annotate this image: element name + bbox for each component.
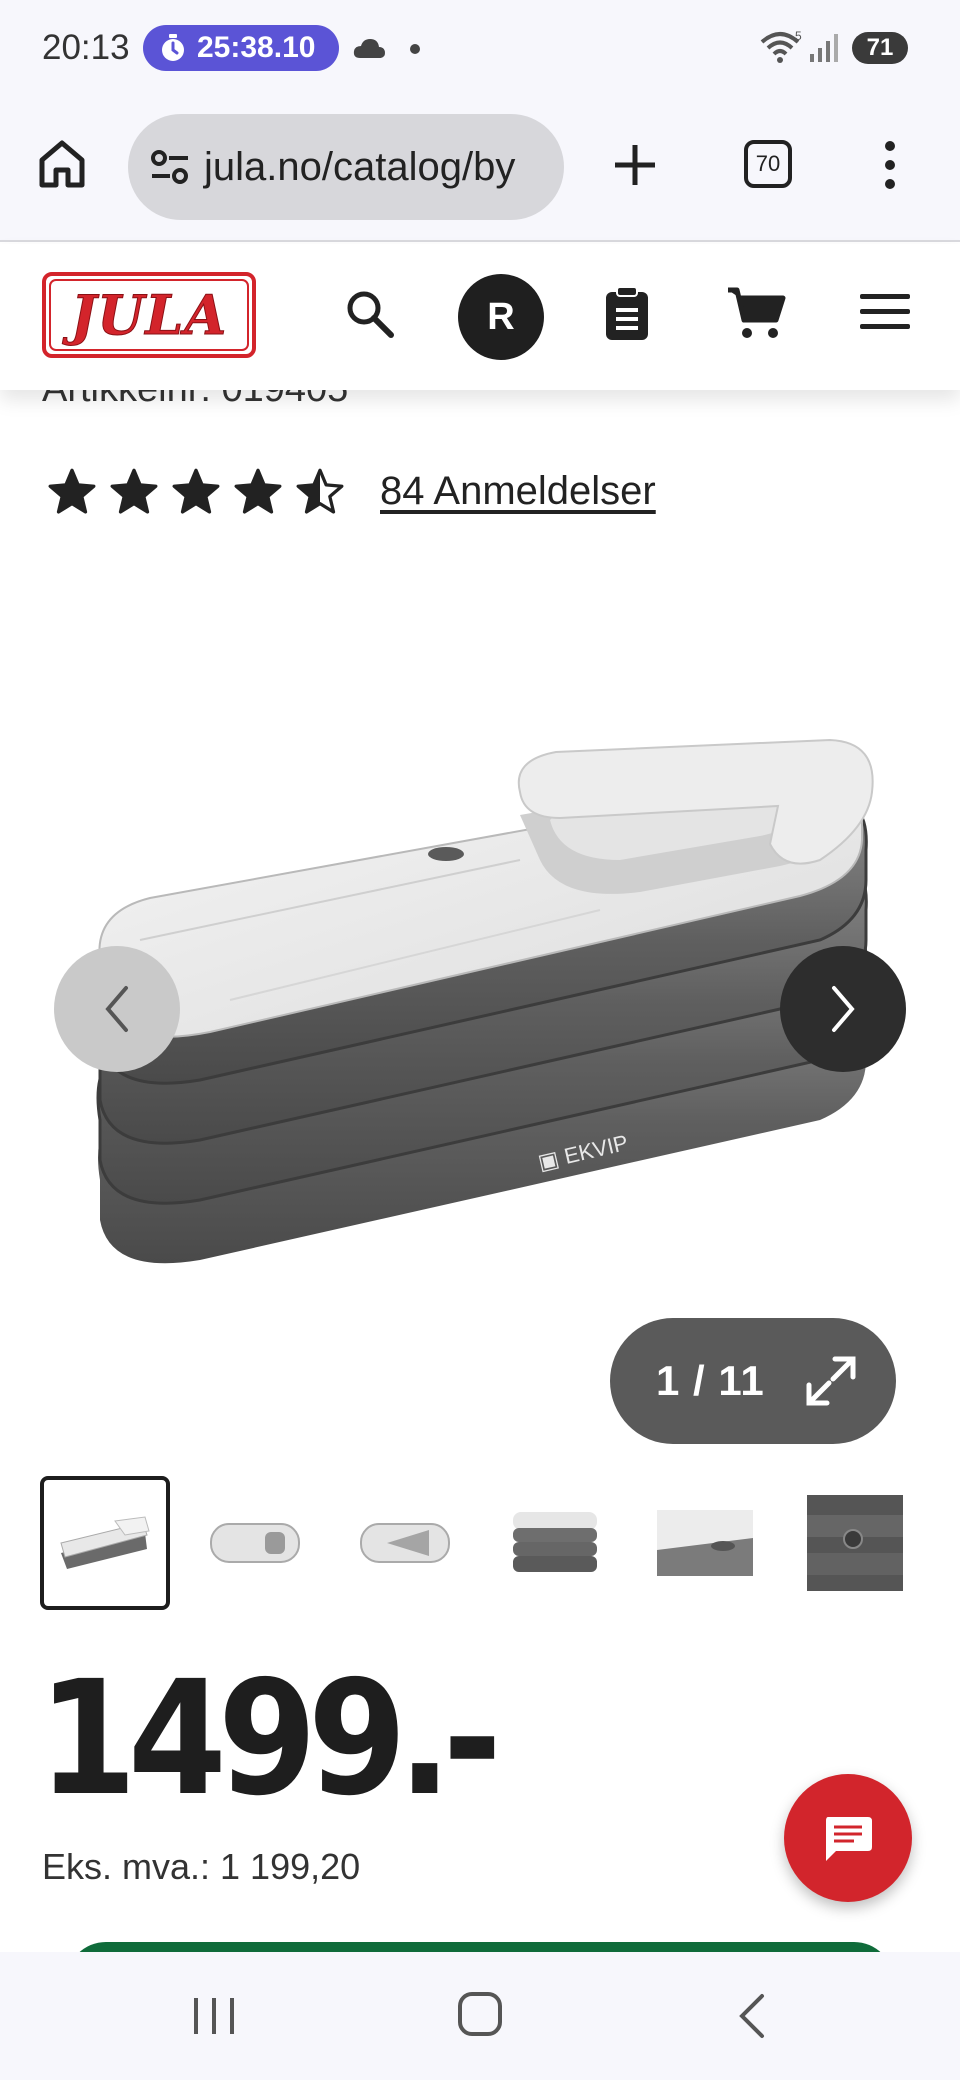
expand-icon [806,1356,856,1406]
recents-icon[interactable] [192,1994,236,2038]
address-bar[interactable]: jula.no/catalog/by [128,114,564,220]
thumbnail[interactable] [490,1476,620,1610]
status-bar: 20:13 25:38.10 5 71 [0,0,960,98]
chevron-right-icon [832,986,855,1032]
system-nav-bar [0,1952,960,2080]
logo-text: JULA [70,283,228,348]
chevron-left-icon [105,986,128,1032]
status-time: 20:13 [42,28,130,67]
site-info-icon[interactable] [150,149,190,185]
product-price: 1499.- [38,1647,502,1831]
thumbnail[interactable] [640,1476,770,1610]
thumbnail[interactable] [340,1476,470,1610]
thumbnail-image [807,1495,903,1591]
url-text: jula.no/catalog/by [204,144,516,189]
gallery-prev-button[interactable] [54,946,180,1072]
thumbnail[interactable] [190,1476,320,1610]
price-ex-vat: Eks. mva.: 1 199,20 [42,1846,361,1887]
logo-badge: JULA [49,279,249,351]
thumbnail-image [60,1516,150,1569]
back-icon[interactable] [736,1992,766,2040]
star-full-icon [110,468,158,514]
reviews-link[interactable]: 84 Anmeldelser [380,469,656,514]
site-header: JULA R [0,244,960,390]
product-gallery: ▣ EKVIP 1 / 11 [0,560,960,1450]
account-avatar[interactable]: R [458,274,544,360]
cart-icon[interactable] [726,286,786,342]
product-image[interactable]: ▣ EKVIP [0,560,960,1320]
more-vert-icon[interactable] [880,140,900,190]
browser-toolbar: jula.no/catalog/by 70 [0,98,960,242]
gallery-next-button[interactable] [780,946,906,1072]
chat-bubble-icon [826,1817,872,1861]
thumbnail[interactable] [790,1476,920,1610]
stopwatch-icon [162,34,184,61]
search-icon[interactable] [344,288,396,340]
gallery-counter[interactable]: 1 / 11 [610,1318,896,1444]
battery-indicator: 71 [852,32,908,64]
home-icon[interactable] [36,138,88,190]
thumbnail[interactable] [40,1476,170,1610]
star-full-icon [48,468,96,514]
star-full-icon [234,468,282,514]
rating-stars [48,468,344,514]
signal-icon [810,34,838,62]
thumbnail-image [513,1512,597,1572]
jula-logo[interactable]: JULA [42,272,256,358]
thumbnail-strip [40,1476,940,1610]
star-full-icon [172,468,220,514]
timer-chip[interactable]: 25:38.10 [143,25,339,71]
chat-button[interactable] [784,1774,912,1902]
timer-value: 25:38.10 [197,31,316,64]
thumbnail-image [210,1523,300,1563]
svg-text:5: 5 [795,30,802,43]
gallery-counter-text: 1 / 11 [656,1357,765,1404]
home-circle-icon[interactable] [458,1992,502,2036]
thumbnail-image [657,1510,753,1576]
wifi-icon: 5 [760,30,802,63]
thumbnail-image [360,1523,450,1563]
dot-icon [410,44,420,54]
clipboard-icon[interactable] [604,286,650,342]
plus-icon[interactable] [610,140,660,190]
hamburger-menu-icon[interactable] [860,292,910,332]
tab-switcher-button[interactable]: 70 [744,140,792,188]
cloud-icon [353,39,385,58]
star-half-icon [296,468,344,514]
product-rating: 84 Anmeldelser [48,468,656,514]
